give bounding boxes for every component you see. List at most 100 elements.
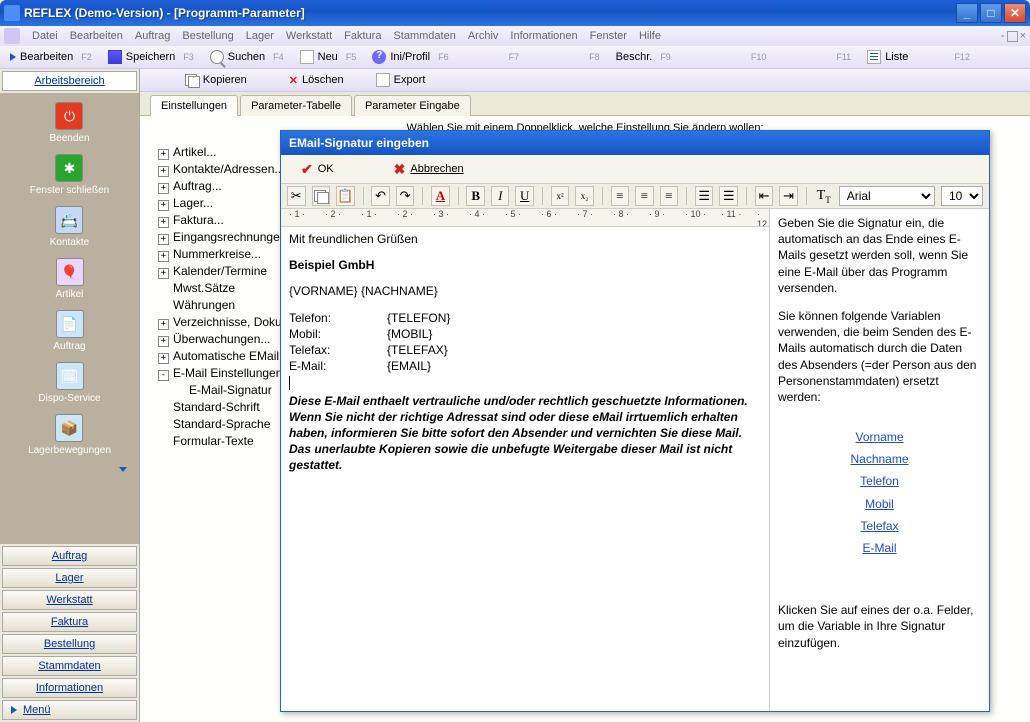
nav-lagerbewegungen[interactable]: 📦Lagerbewegungen	[28, 411, 111, 459]
new-button[interactable]: Neu	[294, 49, 344, 65]
disk-icon	[108, 50, 122, 64]
copy-button[interactable]	[312, 186, 331, 206]
tree-expand-icon[interactable]	[158, 234, 169, 245]
align-center-icon: ≡	[641, 188, 648, 204]
var-vorname[interactable]: Vorname	[778, 429, 981, 445]
sidebar-buttons: Auftrag Lager Werkstatt Faktura Bestellu…	[0, 544, 139, 722]
tree-item-label: Mwst.Sätze	[173, 281, 235, 295]
export-button[interactable]: Export	[370, 72, 432, 88]
cut-button[interactable]: ✂	[287, 186, 306, 206]
tab-parameter-tabelle[interactable]: Parameter-Tabelle	[240, 95, 352, 116]
tree-expand-icon[interactable]	[158, 319, 169, 330]
navbtn-auftrag[interactable]: Auftrag	[2, 546, 137, 566]
menu-hilfe[interactable]: Hilfe	[639, 30, 661, 42]
underline-button[interactable]: U	[515, 186, 534, 206]
menu-bearbeiten[interactable]: Bearbeiten	[70, 30, 123, 42]
signature-editor[interactable]: Mit freundlichen Grüßen Beispiel GmbH {V…	[281, 227, 769, 711]
nav-artikel[interactable]: 🎈Artikel	[56, 255, 84, 303]
paste-button[interactable]: 📋	[336, 186, 355, 206]
ok-button[interactable]: ✔OK	[301, 161, 334, 178]
nav-fenster-schliessen[interactable]: ✱Fenster schließen	[30, 151, 109, 199]
sidebar-header[interactable]: Arbeitsbereich	[2, 71, 137, 91]
var-telefax[interactable]: Telefax	[778, 518, 981, 534]
align-right-button[interactable]: ≡	[660, 186, 679, 206]
var-email[interactable]: E-Mail	[778, 540, 981, 556]
tree-expand-icon[interactable]	[158, 183, 169, 194]
mdi-restore-button[interactable]	[1007, 31, 1018, 42]
maximize-button[interactable]: □	[980, 3, 1002, 23]
tree-expand-icon[interactable]	[158, 251, 169, 262]
menu-werkstatt[interactable]: Werkstatt	[286, 30, 332, 42]
chevron-down-icon[interactable]	[119, 467, 127, 472]
nav-kontakte[interactable]: 📇Kontakte	[50, 203, 89, 251]
navbtn-werkstatt[interactable]: Werkstatt	[2, 590, 137, 610]
nav-auftrag[interactable]: 📄Auftrag	[53, 307, 85, 355]
copy-icon	[185, 74, 199, 86]
tab-einstellungen[interactable]: Einstellungen	[150, 95, 238, 116]
scissors-icon: ✂	[291, 188, 302, 204]
navbtn-bestellung[interactable]: Bestellung	[2, 634, 137, 654]
cancel-button[interactable]: ✖Abbrechen	[394, 161, 464, 178]
ruler[interactable]: · 1 ·· 2 ·· 1 ·· 2 ·· 3 ·· 4 ·· 5 ·· 6 ·…	[281, 209, 769, 227]
align-center-button[interactable]: ≡	[635, 186, 654, 206]
menu-stammdaten[interactable]: Stammdaten	[393, 30, 455, 42]
tree-item-label: Überwachungen...	[173, 332, 270, 346]
tree-expand-icon[interactable]	[158, 217, 169, 228]
bold-button[interactable]: B	[466, 186, 485, 206]
save-button[interactable]: Speichern	[102, 49, 182, 65]
nav-dispo-service[interactable]: 🗓Dispo-Service	[38, 359, 100, 407]
app-mini-icon	[4, 28, 20, 44]
align-left-button[interactable]: ≡	[611, 186, 630, 206]
export-icon	[376, 73, 390, 87]
editor-company: Beispiel GmbH	[289, 257, 761, 273]
liste-button[interactable]: Liste	[861, 49, 914, 65]
menu-lager[interactable]: Lager	[246, 30, 274, 42]
tree-expand-icon[interactable]	[158, 336, 169, 347]
kopieren-button[interactable]: Kopieren	[179, 73, 253, 87]
menu-faktura[interactable]: Faktura	[344, 30, 381, 42]
menu-auftrag[interactable]: Auftrag	[135, 30, 170, 42]
copy-icon	[314, 190, 328, 202]
navbtn-informationen[interactable]: Informationen	[2, 678, 137, 698]
navbtn-lager[interactable]: Lager	[2, 568, 137, 588]
search-button[interactable]: Suchen	[204, 49, 271, 65]
menu-archiv[interactable]: Archiv	[468, 30, 499, 42]
italic-button[interactable]: I	[491, 186, 510, 206]
menu-bestellung[interactable]: Bestellung	[182, 30, 233, 42]
tree-item-label: E-Mail Einstellungen	[173, 366, 282, 380]
var-nachname[interactable]: Nachname	[778, 451, 981, 467]
tree-expand-icon[interactable]	[158, 268, 169, 279]
edit-button[interactable]: Bearbeiten	[4, 50, 79, 64]
outdent-button[interactable]: ⇤	[755, 186, 774, 206]
navbtn-faktura[interactable]: Faktura	[2, 612, 137, 632]
menu-fenster[interactable]: Fenster	[590, 30, 627, 42]
close-button[interactable]: ✕	[1004, 3, 1026, 23]
numbered-button[interactable]: ☰	[719, 186, 738, 206]
tree-expand-icon[interactable]	[158, 353, 169, 364]
font-size-select[interactable]: 10	[941, 186, 983, 206]
nav-beenden[interactable]: ⏻Beenden	[49, 99, 89, 147]
iniprofil-button[interactable]: ?Ini/Profil	[366, 49, 436, 65]
var-mobil[interactable]: Mobil	[778, 496, 981, 512]
minimize-button[interactable]: _	[956, 3, 978, 23]
font-color-button[interactable]: A	[431, 186, 450, 206]
indent-button[interactable]: ⇥	[779, 186, 798, 206]
tab-parameter-eingabe[interactable]: Parameter Eingabe	[354, 95, 471, 116]
tree-expand-icon[interactable]	[158, 166, 169, 177]
beschr-button[interactable]: Beschr.	[610, 50, 659, 64]
tree-expand-icon[interactable]	[158, 200, 169, 211]
var-telefon[interactable]: Telefon	[778, 473, 981, 489]
subscript-button[interactable]: x₂	[575, 186, 594, 206]
bullets-button[interactable]: ☰	[695, 186, 714, 206]
navbtn-stammdaten[interactable]: Stammdaten	[2, 656, 137, 676]
menu-informationen[interactable]: Informationen	[510, 30, 577, 42]
superscript-button[interactable]: x²	[551, 186, 570, 206]
navbtn-menu[interactable]: Menü	[2, 700, 137, 720]
redo-button[interactable]: ↷	[396, 186, 415, 206]
font-family-select[interactable]: Arial	[839, 186, 935, 206]
undo-button[interactable]: ↶	[371, 186, 390, 206]
tree-expand-icon[interactable]	[158, 149, 169, 160]
menu-datei[interactable]: Datei	[32, 30, 58, 42]
tree-collapse-icon[interactable]	[158, 370, 169, 381]
loeschen-button[interactable]: ✕Löschen	[283, 73, 350, 88]
